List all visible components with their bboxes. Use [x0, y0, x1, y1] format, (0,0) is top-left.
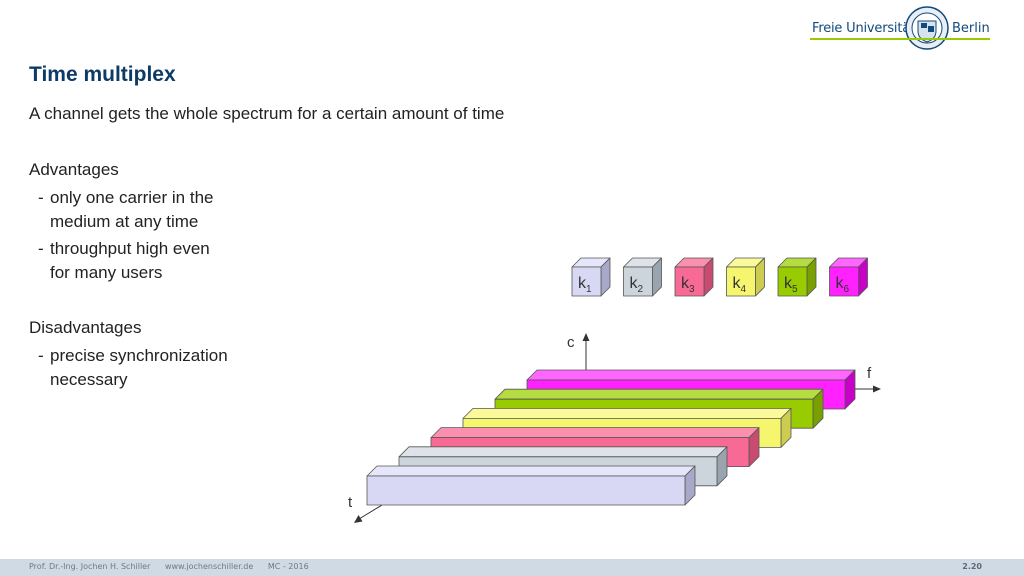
footer-info: Prof. Dr.-Ing. Jochen H. Schiller www.jo…	[29, 562, 321, 571]
footer-course: MC - 2016	[267, 562, 309, 571]
slab-k1-top	[366, 465, 696, 477]
channel-slab-k1	[366, 465, 696, 506]
c-axis-arrowhead-icon	[582, 333, 590, 341]
slab-k5-top	[494, 388, 824, 400]
channel-slabs	[366, 369, 856, 506]
channel-subscript: 2	[638, 284, 644, 295]
channel-legend: k1 k2 k3 k4 k5 k6	[571, 257, 868, 297]
footer-bar: Prof. Dr.-Ing. Jochen H. Schiller www.jo…	[0, 559, 1024, 576]
footer-author: Prof. Dr.-Ing. Jochen H. Schiller	[29, 562, 151, 571]
channel-subscript: 1	[586, 284, 592, 295]
f-axis-arrowhead-icon	[873, 385, 881, 393]
channel-subscript: 5	[792, 284, 798, 295]
channel-subscript: 6	[844, 284, 850, 295]
t-axis-label: t	[348, 494, 353, 511]
channel-cube-k2: k2	[623, 257, 662, 297]
channel-cube-k5: k5	[777, 257, 817, 297]
slab-k1-front	[366, 475, 686, 506]
f-axis-label: f	[867, 365, 872, 382]
channel-cube-k4: k4	[726, 257, 765, 297]
channel-subscript: 4	[741, 284, 747, 295]
channel-cube-k3: k3	[674, 257, 714, 297]
channel-cube-k6: k6	[829, 257, 868, 297]
slab-k2-top	[398, 446, 728, 458]
channel-cube-k1: k1	[571, 257, 611, 297]
slab-k6-top	[526, 369, 856, 381]
t-axis-arrowhead-icon	[354, 515, 363, 523]
channel-subscript: 3	[689, 284, 695, 295]
slab-k4-top	[462, 407, 792, 419]
slab-k3-top	[430, 427, 760, 439]
footer-website[interactable]: www.jochenschiller.de	[165, 562, 253, 571]
time-multiplex-diagram: c f t k1 k2 k3 k4 k5 k6	[348, 257, 881, 523]
t-axis	[358, 504, 383, 520]
page-number: 2.20	[962, 562, 982, 571]
c-axis-label: c	[567, 334, 575, 351]
